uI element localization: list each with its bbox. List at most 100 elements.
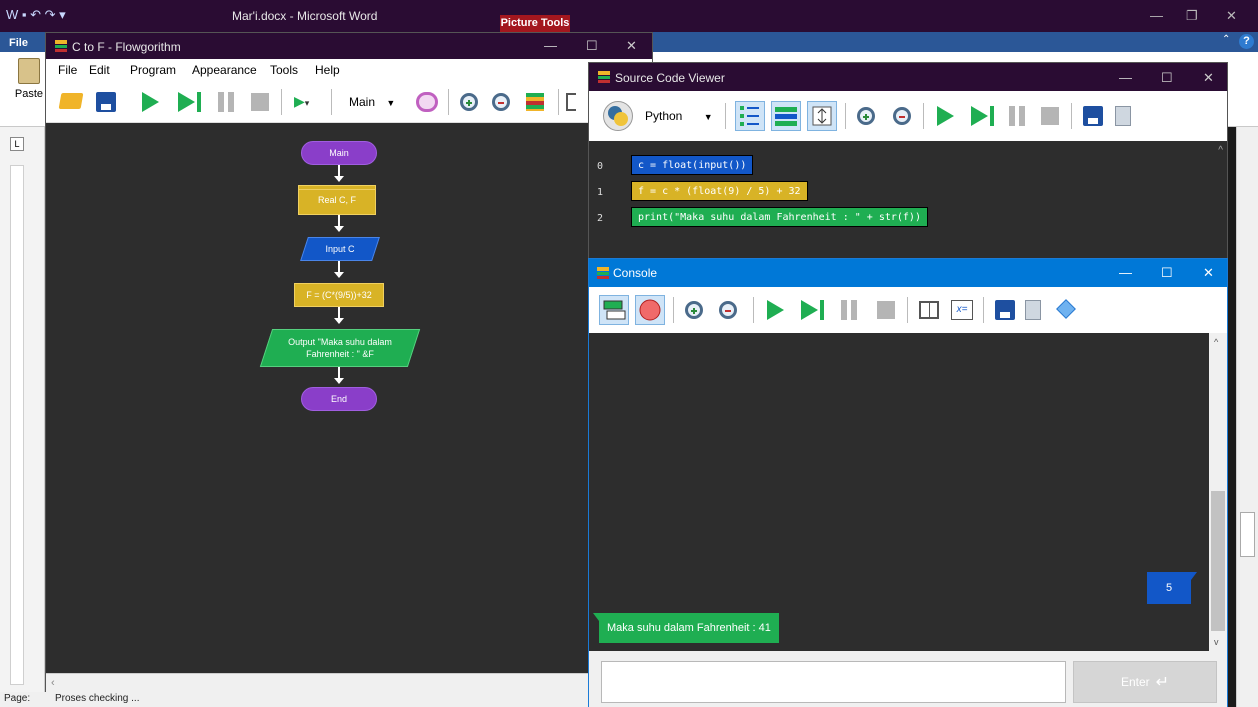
menu-file[interactable]: File: [58, 63, 77, 77]
step-icon[interactable]: [178, 92, 195, 112]
console-close-icon[interactable]: ✕: [1203, 265, 1214, 281]
source-code-area[interactable]: 0 c = float(input()) 1 f = c * (float(9)…: [589, 141, 1227, 273]
flowchart-canvas[interactable]: Main Real C, F Input C F = (C*(9/5))+32 …: [46, 123, 652, 673]
run-icon[interactable]: [142, 92, 159, 112]
flow-arrow: [334, 215, 344, 232]
flow-start-terminal[interactable]: Main: [301, 141, 377, 165]
word-close-icon[interactable]: ✕: [1226, 8, 1237, 24]
variables-icon[interactable]: x=: [951, 300, 973, 320]
speed-icon[interactable]: ▶▾: [294, 93, 309, 110]
console-input-bar: Enter ↵: [589, 651, 1227, 707]
fg-minimize-icon[interactable]: —: [544, 38, 557, 53]
console-scroll-thumb[interactable]: [1211, 491, 1225, 631]
user-input-bubble: 5: [1147, 572, 1197, 604]
scroll-up-icon[interactable]: ^: [1214, 337, 1218, 347]
zoom-out-icon[interactable]: [893, 107, 911, 125]
layout-icon[interactable]: [919, 301, 939, 319]
code-line[interactable]: f = c * (float(9) / 5) + 32: [631, 181, 808, 201]
word-minimize-icon[interactable]: —: [1150, 8, 1163, 23]
step-icon[interactable]: [801, 300, 818, 320]
console-input-field[interactable]: [601, 661, 1066, 703]
step-icon[interactable]: [971, 106, 988, 126]
stop-icon[interactable]: [1041, 107, 1059, 125]
word-file-tab[interactable]: File: [9, 36, 41, 50]
flow-end-terminal[interactable]: End: [301, 387, 377, 411]
scv-close-icon[interactable]: ✕: [1203, 70, 1214, 86]
word-vertical-scrollbar[interactable]: [1236, 127, 1258, 707]
scroll-left-icon[interactable]: ‹: [51, 677, 55, 689]
word-paste-button[interactable]: Paste: [14, 58, 44, 118]
copy-icon[interactable]: [1025, 300, 1041, 320]
ruler-tab-selector[interactable]: L: [10, 137, 24, 151]
menu-edit[interactable]: Edit: [89, 63, 110, 77]
menu-program[interactable]: Program: [130, 63, 176, 77]
scroll-down-icon[interactable]: v: [1214, 637, 1219, 647]
word-scroll-thumb[interactable]: [1240, 512, 1255, 557]
chat-view-toggle[interactable]: [599, 295, 629, 325]
console-maximize-icon[interactable]: ☐: [1161, 265, 1173, 281]
fit-toggle[interactable]: [807, 101, 837, 131]
menu-tools[interactable]: Tools: [270, 63, 298, 77]
word-quick-access-icon[interactable]: W ▪ ↶ ↷ ▾: [6, 7, 66, 23]
toolbar-separator: [983, 297, 984, 323]
menu-help[interactable]: Help: [315, 63, 340, 77]
layout-icon[interactable]: [566, 93, 576, 111]
fg-close-icon[interactable]: ✕: [626, 38, 637, 54]
flow-arrow: [334, 261, 344, 278]
copy-icon[interactable]: [1115, 106, 1131, 126]
manage-functions-icon[interactable]: [416, 92, 438, 112]
eraser-icon[interactable]: [1056, 299, 1076, 319]
pause-bar-icon: [851, 300, 857, 320]
flowgorithm-toolbar: ▶▾ Main ▼: [46, 81, 652, 123]
run-icon[interactable]: [767, 300, 784, 320]
scv-maximize-icon[interactable]: ☐: [1161, 70, 1173, 86]
flowchart-horizontal-scrollbar[interactable]: ‹: [46, 673, 652, 693]
picture-tools-tab[interactable]: Picture Tools: [500, 15, 570, 32]
flow-declare-block[interactable]: Real C, F: [298, 185, 376, 215]
color-blocks-toggle[interactable]: [771, 101, 801, 131]
stop-icon[interactable]: [877, 301, 895, 319]
clipboard-icon: [18, 58, 40, 84]
save-icon[interactable]: [96, 92, 116, 112]
language-select[interactable]: Python ▼: [645, 109, 713, 123]
code-line[interactable]: c = float(input()): [631, 155, 754, 175]
flowgorithm-title-bar[interactable]: C to F - Flowgorithm — ☐ ✕: [46, 33, 652, 59]
save-icon[interactable]: [1083, 106, 1103, 126]
variables-icon[interactable]: [526, 93, 544, 111]
flow-input-block[interactable]: Input C: [300, 237, 380, 261]
console-minimize-icon[interactable]: —: [1119, 265, 1132, 280]
pause-bar-icon: [228, 92, 234, 112]
zoom-out-icon[interactable]: [492, 93, 510, 111]
function-select[interactable]: Main ▼: [349, 95, 395, 109]
fg-maximize-icon[interactable]: ☐: [586, 38, 598, 54]
console-output-area[interactable]: 5 Maka suhu dalam Fahrenheit : 41: [589, 333, 1209, 651]
zoom-in-icon[interactable]: [857, 107, 875, 125]
save-icon[interactable]: [995, 300, 1015, 320]
pause-icon[interactable]: [218, 92, 224, 112]
flow-assign-block[interactable]: F = (C*(9/5))+32: [294, 283, 384, 307]
console-title-bar[interactable]: Console — ☐ ✕: [589, 259, 1227, 287]
console-window: Console — ☐ ✕ x= 5 Maka suhu dalam Fahre…: [588, 258, 1228, 707]
word-restore-icon[interactable]: ❐: [1186, 8, 1198, 24]
open-folder-icon[interactable]: [58, 93, 84, 109]
code-line[interactable]: print("Maka suhu dalam Fahrenheit : " + …: [631, 207, 928, 227]
scv-minimize-icon[interactable]: —: [1119, 70, 1132, 85]
console-toolbar: x=: [589, 287, 1227, 333]
scroll-up-icon[interactable]: ^: [1218, 145, 1223, 156]
breakpoint-toggle[interactable]: [635, 295, 665, 325]
word-help-button[interactable]: ⌃ ?: [1222, 34, 1256, 50]
menu-appearance[interactable]: Appearance: [192, 63, 257, 77]
zoom-in-icon[interactable]: [460, 93, 478, 111]
line-numbers-toggle[interactable]: [735, 101, 765, 131]
pause-icon[interactable]: [1009, 106, 1015, 126]
run-icon[interactable]: [937, 106, 954, 126]
console-vertical-scrollbar[interactable]: ^ v: [1209, 333, 1227, 651]
ribbon-collapse-icon[interactable]: ⌃: [1222, 34, 1230, 45]
pause-icon[interactable]: [841, 300, 847, 320]
zoom-out-icon[interactable]: [719, 301, 737, 319]
zoom-in-icon[interactable]: [685, 301, 703, 319]
enter-button[interactable]: Enter ↵: [1073, 661, 1217, 703]
source-viewer-title-bar[interactable]: Source Code Viewer — ☐ ✕: [589, 63, 1227, 91]
flow-output-block[interactable]: Output "Maka suhu dalam Fahrenheit : " &…: [259, 329, 421, 367]
stop-icon[interactable]: [251, 93, 269, 111]
